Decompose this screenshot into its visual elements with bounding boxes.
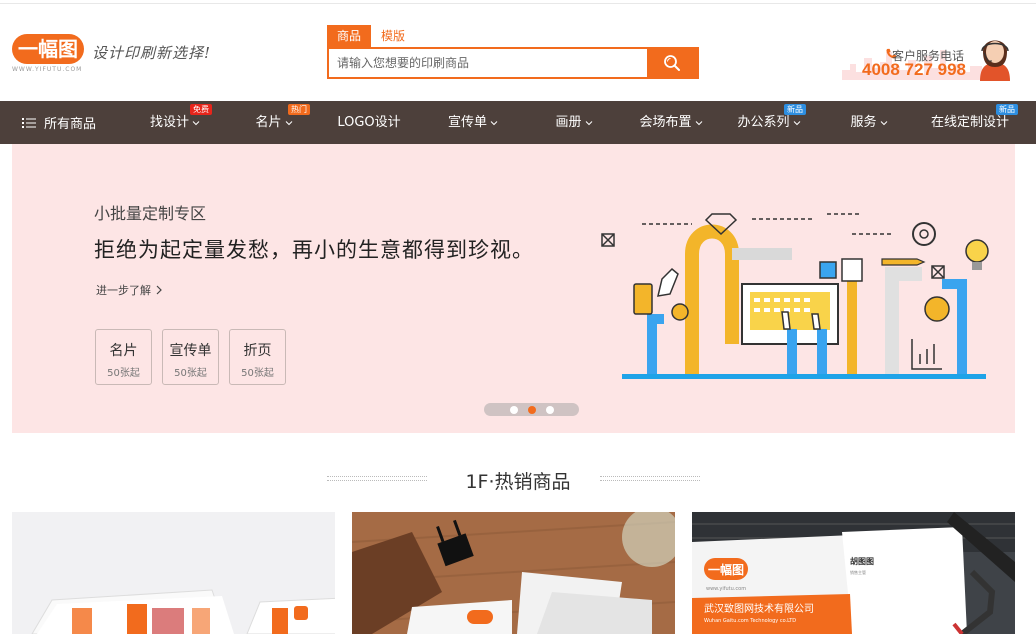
card-logo-text: 一幅图 <box>708 562 744 577</box>
floor-heading: 1F·热销商品 <box>0 462 1036 494</box>
product-image-envelope <box>352 512 675 634</box>
floor-title: 1F·热销商品 <box>465 471 571 493</box>
site-logo[interactable]: 一幅图 WWW.YIFUTU.COM <box>12 34 84 74</box>
business-illustration <box>601 213 989 379</box>
banner-cards: 名片 50张起 宣传单 50张起 折页 50张起 <box>95 329 286 385</box>
main-nav: 所有商品 找设计 免费 名片 热门 LOGO设计 宣传单 画册 会场布置 办公系… <box>0 101 1036 144</box>
banner-card-business-card[interactable]: 名片 50张起 <box>95 329 152 385</box>
banner-card-folder[interactable]: 折页 50张起 <box>229 329 286 385</box>
product-card-envelope[interactable] <box>352 512 675 634</box>
nav-item-label: LOGO设计 <box>337 115 401 130</box>
banner-card-min: 50张起 <box>174 368 207 379</box>
nav-item-brochure[interactable]: 画册 <box>534 101 614 144</box>
banner-more-label: 进一步了解 <box>96 284 151 297</box>
nav-item-label: 服务 <box>850 115 877 130</box>
search-bar <box>327 47 699 79</box>
chevron-down-icon <box>793 120 800 125</box>
banner-more-link[interactable]: 进一步了解 <box>96 282 163 298</box>
badge-hot: 热门 <box>288 104 310 115</box>
nav-all-products[interactable]: 所有商品 <box>0 101 120 144</box>
chevron-down-icon <box>695 120 702 125</box>
search-tabs: 商品 模版 <box>327 25 699 47</box>
top-border <box>0 0 1036 4</box>
nav-item-label: 名片 <box>255 115 282 130</box>
carousel-indicators <box>484 403 579 416</box>
product-image-business-card: 一幅图 www.yifutu.com 胡图图 销售主管 武汉致图网技术有限公司 … <box>692 512 1015 634</box>
chevron-down-icon <box>585 120 592 125</box>
badge-free: 免费 <box>190 104 212 115</box>
banner-card-name: 折页 <box>243 343 272 359</box>
service-phone: 4008 727 998 <box>862 60 966 79</box>
chevron-down-icon <box>880 120 887 125</box>
logo-url: WWW.YIFUTU.COM <box>12 66 83 73</box>
search-box: 商品 模版 <box>327 25 699 79</box>
nav-all-label: 所有商品 <box>44 117 97 132</box>
nav-item-label: 办公系列 <box>737 115 790 130</box>
nav-item-label: 在线定制设计 <box>930 115 1009 130</box>
nav-item-logo-design[interactable]: LOGO设计 <box>324 101 414 144</box>
chevron-right-icon <box>156 285 162 295</box>
nav-item-business-card[interactable]: 名片 热门 <box>236 101 312 144</box>
floor-divider-right <box>600 476 700 481</box>
badge-new: 新品 <box>996 104 1018 115</box>
chevron-down-icon <box>285 120 292 125</box>
menu-icon <box>22 117 36 128</box>
banner-card-min: 50张起 <box>107 368 140 379</box>
card-company-en: Wuhan Gaitu.com Technology co.LTD <box>704 618 796 624</box>
banner-card-name: 名片 <box>109 343 138 359</box>
nav-item-label: 画册 <box>555 115 582 130</box>
chevron-down-icon <box>490 120 498 125</box>
banner-card-min: 50张起 <box>241 368 274 379</box>
search-tab-templates[interactable]: 模版 <box>371 25 415 47</box>
hero-banner[interactable]: 小批量定制专区 拒绝为起定量发愁，再小的生意都得到珍视。 进一步了解 名片 50… <box>12 144 1015 433</box>
chevron-down-icon <box>192 120 200 125</box>
search-button[interactable] <box>647 49 697 77</box>
banner-card-flyer[interactable]: 宣传单 50张起 <box>162 329 219 385</box>
card-person-title: 销售主管 <box>850 569 866 575</box>
product-card-brochure[interactable] <box>12 512 335 634</box>
search-icon <box>664 55 680 71</box>
nav-item-venue[interactable]: 会场布置 <box>626 101 716 144</box>
banner-subtitle: 小批量定制专区 <box>94 204 207 223</box>
card-company-text: 武汉致图网技术有限公司 <box>704 602 814 615</box>
carousel-dot-1[interactable] <box>509 405 518 414</box>
logo-mark: 一幅图 <box>12 34 84 64</box>
carousel-dot-2[interactable] <box>527 405 536 414</box>
banner-card-name: 宣传单 <box>169 343 212 359</box>
product-card-business-card[interactable]: 一幅图 www.yifutu.com 胡图图 销售主管 武汉致图网技术有限公司 … <box>692 512 1015 634</box>
carousel-dot-3[interactable] <box>545 405 554 414</box>
badge-new: 新品 <box>784 104 806 115</box>
nav-item-service[interactable]: 服务 <box>834 101 904 144</box>
nav-item-office[interactable]: 办公系列 新品 <box>724 101 814 144</box>
customer-service: 客户服务电话 4008 727 998 <box>842 26 1018 82</box>
nav-item-label: 宣传单 <box>447 115 487 130</box>
site-slogan: 设计印刷新选择! <box>92 44 212 62</box>
nav-item-flyer[interactable]: 宣传单 <box>428 101 518 144</box>
nav-item-label: 会场布置 <box>639 115 692 130</box>
card-person-name: 胡图图 <box>850 556 874 566</box>
search-tab-goods[interactable]: 商品 <box>327 25 372 47</box>
nav-item-label: 找设计 <box>149 115 189 130</box>
nav-item-design[interactable]: 找设计 免费 <box>130 101 220 144</box>
search-input[interactable] <box>329 49 647 77</box>
nav-item-online-custom[interactable]: 在线定制设计 新品 <box>918 101 1022 144</box>
product-image-brochure <box>12 512 335 634</box>
banner-title: 拒绝为起定量发愁，再小的生意都得到珍视。 <box>94 238 534 262</box>
service-agent-icon <box>980 40 1010 81</box>
product-grid: 一幅图 www.yifutu.com 胡图图 销售主管 武汉致图网技术有限公司 … <box>12 512 1016 634</box>
card-url-text: www.yifutu.com <box>706 586 746 592</box>
